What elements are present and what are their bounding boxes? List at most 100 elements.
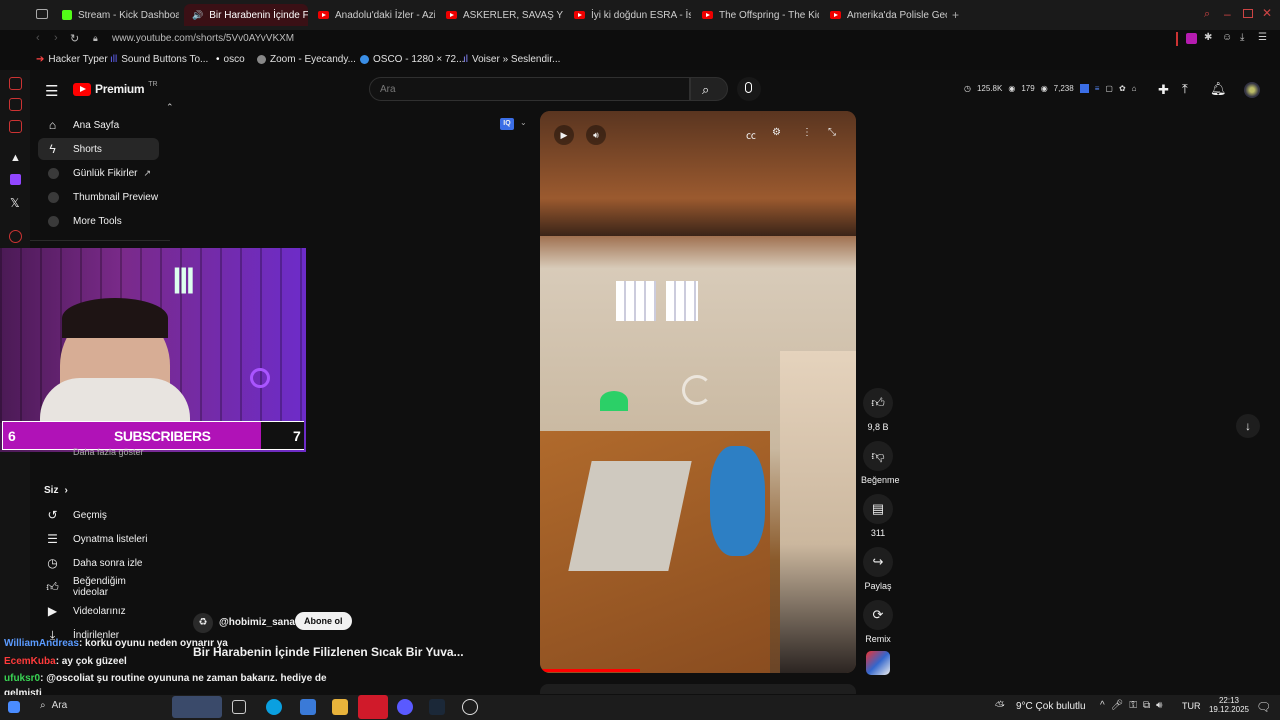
notification-center-icon[interactable]: 🗨︎: [1256, 700, 1271, 714]
tab-offspring[interactable]: The Offspring - The Kids: [694, 4, 819, 26]
weather-text[interactable]: 9°C Çok bulutlu: [1016, 701, 1086, 712]
short-title[interactable]: Bir Harabenin İçinde Filizlenen Sıcak Bi…: [193, 645, 464, 659]
collapse-chevron-icon[interactable]: ⌃: [166, 102, 174, 113]
opera-gx-active-icon[interactable]: [358, 695, 388, 719]
sidebar-item-playlists[interactable]: ☰ Oynatma listeleri: [38, 528, 159, 550]
back-icon[interactable]: ‹: [36, 32, 40, 44]
tab-anadolu[interactable]: Anadolu'daki İzler - Aziz: [310, 4, 435, 26]
youtube-logo[interactable]: Premium TR: [73, 81, 158, 96]
forward-icon[interactable]: ›: [54, 32, 58, 44]
whatsapp-icon[interactable]: [9, 98, 22, 111]
close-icon[interactable]: ✕: [1262, 6, 1272, 20]
sidebar-item-shorts[interactable]: ϟ Shorts: [38, 138, 159, 160]
channel-avatar[interactable]: ♻: [193, 613, 213, 633]
puzzle-icon[interactable]: ✱: [1204, 32, 1212, 43]
tool-icon[interactable]: [1079, 84, 1089, 93]
hamburger-menu-icon[interactable]: ☰: [45, 82, 58, 100]
obs-icon[interactable]: [462, 699, 478, 715]
messenger-icon[interactable]: [9, 77, 22, 90]
tab-amerika[interactable]: Amerika'da Polisle Gece D: [822, 4, 947, 26]
tab-askerler[interactable]: ASKERLER, SAVAŞ YEME: [438, 4, 563, 26]
tag-icon[interactable]: ⌂: [1132, 84, 1137, 93]
instagram-icon[interactable]: [9, 120, 22, 133]
youtube-icon: [574, 11, 585, 19]
search-input[interactable]: Ara: [369, 77, 690, 101]
bookmark-zoom[interactable]: Zoom - Eyecandy...: [257, 54, 356, 65]
edge-icon[interactable]: [266, 699, 282, 715]
upload-icon[interactable]: ⤒: [1182, 81, 1188, 97]
dislike-button[interactable]: 👎︎ Beğenme: [861, 441, 900, 485]
windows-start-icon[interactable]: [8, 701, 20, 713]
voice-search-button[interactable]: [737, 77, 761, 101]
subscribe-button[interactable]: Abone ol: [295, 612, 352, 630]
avatar[interactable]: [1244, 82, 1260, 98]
list-icon[interactable]: ≡: [1095, 84, 1100, 93]
bookmark-osco-size[interactable]: OSCO - 1280 × 72...: [360, 54, 464, 65]
next-short-preview[interactable]: [540, 684, 856, 694]
search-tabs-icon[interactable]: ⌕: [1204, 8, 1210, 21]
you-section-header[interactable]: Siz ›: [44, 485, 68, 496]
volume-button[interactable]: 🔊︎: [586, 125, 606, 145]
discord-icon[interactable]: [397, 699, 413, 715]
sidebar-item-thumbnail-preview[interactable]: Thumbnail Preview: [38, 186, 159, 208]
sidebar-item-home[interactable]: ⌂ Ana Sayfa: [38, 114, 159, 136]
captions-icon[interactable]: ㏄: [746, 127, 756, 142]
extension-icon[interactable]: [1186, 33, 1197, 44]
reload-icon[interactable]: ↻: [70, 32, 79, 45]
copy-icon[interactable]: ▢: [1105, 84, 1113, 93]
x-icon[interactable]: 𝕏: [10, 196, 20, 210]
bookmark-voiser[interactable]: ıl Voiser » Seslendir...: [463, 54, 560, 65]
more-options-icon[interactable]: ⋮: [802, 127, 812, 138]
share-button[interactable]: ↪ Paylaş: [861, 547, 895, 591]
bookmark-osco[interactable]: • osco: [216, 54, 245, 65]
system-tray-icons[interactable]: ^🎤︎⚿⧉🔊︎: [1100, 700, 1168, 711]
shorts-video-player[interactable]: ▶ 🔊︎ ㏄ ⚙ ⋮ ⤡: [540, 111, 856, 673]
vscode-icon[interactable]: [300, 699, 316, 715]
tab-active[interactable]: 🔊 Bir Harabenin İçinde F: [184, 4, 308, 26]
show-more-link[interactable]: Daha fazla göster: [73, 447, 144, 457]
remix-button[interactable]: ⟳ Remix: [861, 600, 895, 644]
taskbar-search[interactable]: ⌕ Ara: [40, 700, 67, 711]
fullscreen-icon[interactable]: ⤡: [828, 127, 836, 138]
bookmark-sound-buttons[interactable]: ıll Sound Buttons To...: [110, 54, 208, 65]
progress-bar[interactable]: [540, 669, 640, 672]
tab-kick[interactable]: Stream - Kick Dashboard: [54, 4, 179, 26]
task-view-icon[interactable]: [232, 700, 246, 714]
badge-icon[interactable]: ✿: [1119, 84, 1126, 93]
sidebar-item-watch-later[interactable]: ◷ Daha sonra izle: [38, 552, 159, 574]
twitch-icon[interactable]: [10, 174, 21, 185]
profile-icon[interactable]: ☺: [1222, 32, 1232, 43]
create-icon[interactable]: ✚: [1158, 82, 1169, 98]
notifications-icon[interactable]: 🔔︎: [1210, 81, 1227, 97]
url-field[interactable]: www.youtube.com/shorts/5Vv0AYvVKXM: [112, 33, 294, 44]
quality-badge-icon[interactable]: IQ: [500, 118, 514, 130]
download-toolbar-icon[interactable]: ⤓: [1240, 32, 1244, 43]
clock[interactable]: 22:13 19.12.2025: [1206, 696, 1252, 714]
menu-icon[interactable]: ☰: [1258, 32, 1267, 43]
bookmark-hacker-typer[interactable]: ➔ Hacker Typer: [36, 54, 108, 65]
maximize-icon[interactable]: [1243, 9, 1253, 18]
sidebar-item-your-videos[interactable]: ▶ Videolarınız: [38, 600, 159, 622]
settings-gear-icon[interactable]: ⚙: [772, 127, 781, 138]
like-button[interactable]: 👍︎ 9,8 B: [861, 388, 895, 432]
sidebar-item-gunluk-fikirler[interactable]: Günlük Fikirler ↗: [38, 162, 159, 184]
minimize-icon[interactable]: –: [1224, 7, 1231, 21]
sidebar-item-history[interactable]: ↺ Geçmiş: [38, 504, 159, 526]
comments-button[interactable]: ▤ 311: [861, 494, 895, 538]
tab-islands-icon[interactable]: [36, 9, 48, 19]
sidebar-item-liked-videos[interactable]: 👍︎ Beğendiğim videolar: [38, 576, 159, 598]
steam-icon[interactable]: [429, 699, 445, 715]
sidebar-item-more-tools[interactable]: More Tools: [38, 210, 159, 232]
search-button[interactable]: ⌕: [690, 77, 728, 101]
kick-sidebar-icon[interactable]: ▲: [10, 152, 21, 164]
tab-esra[interactable]: İyi ki doğdun ESRA - İsmo: [566, 4, 691, 26]
play-button[interactable]: ▶: [554, 125, 574, 145]
audio-thumbnail[interactable]: [866, 651, 890, 675]
new-tab-icon[interactable]: +: [952, 8, 959, 22]
player-icon[interactable]: [9, 230, 22, 243]
next-short-arrow-icon[interactable]: ↓: [1236, 414, 1260, 438]
language-indicator[interactable]: TUR: [1182, 701, 1201, 711]
dropdown-icon[interactable]: ⌄: [520, 118, 527, 127]
file-explorer-icon[interactable]: [332, 699, 348, 715]
channel-name[interactable]: @hobimiz_sanat: [219, 617, 298, 628]
